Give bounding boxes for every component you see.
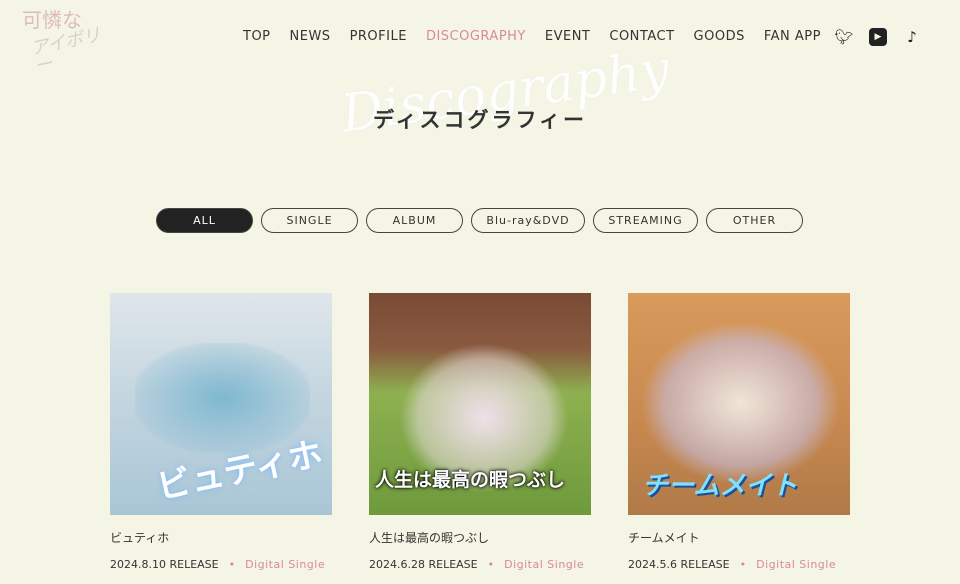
release-title: 人生は最高の暇つぶし bbox=[369, 531, 490, 545]
cover-title: 人生は最高の暇つぶし bbox=[375, 469, 566, 491]
release-date: 2024.6.28 RELEASE bbox=[369, 558, 478, 571]
filter-all[interactable]: ALL bbox=[156, 208, 253, 233]
main-nav: TOP NEWS PROFILE DISCOGRAPHY EVENT CONTA… bbox=[243, 29, 821, 44]
youtube-icon[interactable]: ▶ bbox=[869, 28, 887, 46]
filter-tabs: ALL SINGLE ALBUM Blu-ray&DVD STREAMING O… bbox=[156, 208, 803, 233]
tiktok-icon[interactable]: ♪ bbox=[903, 28, 921, 46]
filter-bluray-dvd[interactable]: Blu-ray&DVD bbox=[471, 208, 585, 233]
release-card[interactable]: 人生は最高の暇つぶし 人生は最高の暇つぶし 2024.6.28 RELEASE •… bbox=[369, 293, 591, 571]
separator-dot: • bbox=[487, 558, 495, 571]
nav-profile[interactable]: PROFILE bbox=[350, 29, 407, 44]
filter-other[interactable]: OTHER bbox=[706, 208, 803, 233]
release-type: Digital Single bbox=[504, 558, 585, 571]
release-cover[interactable]: チームメイト bbox=[628, 293, 850, 515]
twitter-icon[interactable]: 🐦︎ bbox=[834, 28, 853, 46]
release-date: 2024.8.10 RELEASE bbox=[110, 558, 219, 571]
release-title: チームメイト bbox=[628, 531, 700, 545]
separator-dot: • bbox=[739, 558, 747, 571]
nav-discography[interactable]: DISCOGRAPHY bbox=[426, 29, 526, 44]
nav-event[interactable]: EVENT bbox=[545, 29, 591, 44]
release-card[interactable]: チームメイト チームメイト 2024.5.6 RELEASE • Digital S… bbox=[628, 293, 850, 571]
release-cover[interactable]: ビュティホ bbox=[110, 293, 332, 515]
filter-single[interactable]: SINGLE bbox=[261, 208, 358, 233]
nav-goods[interactable]: GOODS bbox=[694, 29, 745, 44]
logo[interactable]: 可憐な アイボリー bbox=[22, 10, 117, 77]
cover-title: チームメイト bbox=[642, 471, 798, 501]
nav-top[interactable]: TOP bbox=[243, 29, 271, 44]
release-type: Digital Single bbox=[245, 558, 326, 571]
nav-fan-app[interactable]: FAN APP bbox=[764, 29, 821, 44]
filter-streaming[interactable]: STREAMING bbox=[593, 208, 698, 233]
release-card[interactable]: ビュティホ ビュティホ 2024.8.10 RELEASE • Digital Si… bbox=[110, 293, 332, 571]
release-title: ビュティホ bbox=[110, 531, 170, 545]
page-title: ディスコグラフィー bbox=[372, 108, 588, 132]
separator-dot: • bbox=[228, 558, 236, 571]
release-date: 2024.5.6 RELEASE bbox=[628, 558, 730, 571]
release-cover[interactable]: 人生は最高の暇つぶし bbox=[369, 293, 591, 515]
filter-album[interactable]: ALBUM bbox=[366, 208, 463, 233]
nav-news[interactable]: NEWS bbox=[290, 29, 331, 44]
release-type: Digital Single bbox=[756, 558, 837, 571]
social-links: 🐦︎ ▶ ♪ bbox=[834, 28, 921, 46]
